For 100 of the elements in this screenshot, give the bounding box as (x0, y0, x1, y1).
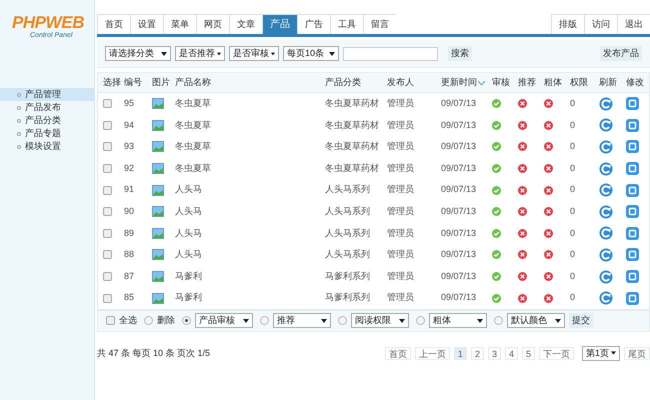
checkbox[interactable] (103, 186, 112, 195)
refresh-icon[interactable] (599, 118, 613, 132)
check-icon (492, 294, 501, 303)
cross-icon (544, 142, 553, 152)
edit-icon[interactable] (626, 184, 639, 197)
table-cell-text: 管理员 (387, 226, 415, 240)
edit-icon[interactable] (626, 270, 639, 284)
image-icon (152, 228, 164, 239)
radio-button[interactable] (416, 316, 425, 326)
nav-tab[interactable]: 工具 (330, 14, 363, 34)
column-header: 产品名称 (175, 76, 212, 89)
table-cell-text: 人头马系列 (325, 183, 371, 196)
column-header[interactable]: 更新时间 (441, 76, 492, 90)
cross-icon (518, 120, 527, 130)
sidebar-item[interactable]: 产品发布 (0, 101, 94, 114)
image-icon (152, 141, 164, 152)
dropdown[interactable]: 推荐 (273, 313, 331, 328)
checkbox[interactable] (103, 207, 112, 216)
checkbox[interactable] (103, 250, 112, 260)
publish-button[interactable]: 发布产品 (600, 46, 642, 61)
caret-icon (555, 318, 561, 323)
refresh-icon[interactable] (599, 204, 613, 219)
dropdown[interactable]: 是否审核 (229, 46, 279, 61)
sidebar-item[interactable]: 产品分类 (0, 114, 94, 127)
nav-tab[interactable]: 网页 (196, 14, 229, 34)
edit-icon[interactable] (626, 97, 639, 110)
checkbox[interactable] (103, 228, 112, 238)
refresh-icon[interactable] (599, 270, 613, 284)
radio-button[interactable] (144, 316, 153, 326)
nav-tab[interactable]: 文章 (229, 14, 262, 34)
cross-icon (518, 272, 527, 282)
radio-button[interactable] (494, 316, 503, 326)
checkbox[interactable] (103, 120, 112, 130)
table-cell-text: 冬虫夏草 (175, 140, 212, 154)
nav-tab[interactable]: 产品 (262, 14, 297, 34)
pagination-link[interactable]: 下一页 (539, 346, 574, 360)
checkbox[interactable] (103, 164, 112, 174)
page-number[interactable]: 2 (470, 346, 484, 360)
cross-icon (518, 207, 527, 216)
edit-icon[interactable] (626, 118, 639, 132)
radio-button[interactable] (260, 316, 269, 326)
dropdown[interactable]: 第1页 (582, 346, 620, 361)
pagination-link[interactable]: 上一页 (414, 346, 450, 360)
edit-icon[interactable] (626, 140, 639, 154)
page-number[interactable]: 4 (504, 346, 518, 360)
page-number[interactable]: 5 (522, 346, 535, 360)
nav-tab[interactable]: 退出 (617, 14, 650, 34)
checkbox[interactable] (106, 316, 115, 326)
cross-icon (544, 228, 553, 238)
edit-icon[interactable] (626, 205, 639, 218)
table-cell-text: 0 (570, 291, 576, 304)
refresh-icon[interactable] (599, 291, 613, 306)
check-icon (492, 120, 501, 130)
sidebar-item[interactable]: 产品管理 (0, 88, 94, 101)
search-button[interactable]: 搜索 (448, 46, 472, 61)
refresh-icon[interactable] (599, 183, 613, 198)
logo: PHPWEB (12, 14, 84, 32)
edit-icon[interactable] (626, 162, 639, 176)
checkbox[interactable] (103, 294, 112, 303)
refresh-icon[interactable] (599, 226, 613, 240)
caret-icon (611, 351, 616, 356)
cross-icon (518, 186, 527, 195)
sort-icon[interactable] (478, 80, 485, 84)
nav-tab[interactable]: 设置 (130, 14, 163, 34)
dropdown[interactable]: 请选择分类 (105, 46, 171, 61)
nav-tab[interactable]: 菜单 (163, 14, 196, 34)
edit-icon[interactable] (626, 226, 639, 240)
sidebar-item[interactable]: 产品专题 (0, 127, 94, 140)
nav-tab[interactable]: 首页 (97, 14, 130, 34)
edit-icon[interactable] (626, 292, 639, 305)
dropdown[interactable]: 粗体 (429, 313, 487, 328)
refresh-icon[interactable] (599, 140, 613, 154)
nav-tab[interactable]: 访问 (584, 14, 617, 34)
nav-tab[interactable]: 留言 (363, 14, 396, 34)
radio-button[interactable] (338, 316, 347, 326)
pagination-link[interactable]: 首页 (384, 346, 411, 360)
dropdown[interactable]: 默认颜色 (507, 313, 565, 328)
edit-icon[interactable] (626, 248, 639, 262)
search-field[interactable] (343, 46, 438, 60)
table-cell-text: 管理员 (387, 118, 415, 132)
checkbox[interactable] (103, 142, 112, 152)
page-number[interactable]: 1 (454, 346, 467, 360)
nav-tab[interactable]: 广告 (297, 14, 330, 34)
dropdown[interactable]: 阅读权限 (351, 313, 409, 328)
dropdown[interactable]: 产品审核 (195, 313, 253, 328)
dropdown[interactable]: 是否推荐 (175, 46, 225, 61)
table-cell-text: 马爹利系列 (325, 291, 371, 304)
checkbox[interactable] (103, 99, 112, 108)
radio-button[interactable] (182, 316, 191, 326)
refresh-icon[interactable] (599, 248, 613, 262)
page-number[interactable]: 3 (488, 346, 501, 360)
sidebar-item[interactable]: 模块设置 (0, 140, 94, 153)
refresh-icon[interactable] (599, 162, 613, 176)
submit-button[interactable]: 提交 (569, 313, 593, 328)
dropdown[interactable]: 每页10条 (283, 46, 339, 61)
checkbox[interactable] (103, 272, 112, 282)
table-cell-text: 冬虫夏草 (175, 118, 212, 132)
nav-tab[interactable]: 排版 (551, 14, 584, 34)
pagination-link[interactable]: 尾页 (624, 346, 650, 360)
refresh-icon[interactable] (599, 96, 613, 111)
